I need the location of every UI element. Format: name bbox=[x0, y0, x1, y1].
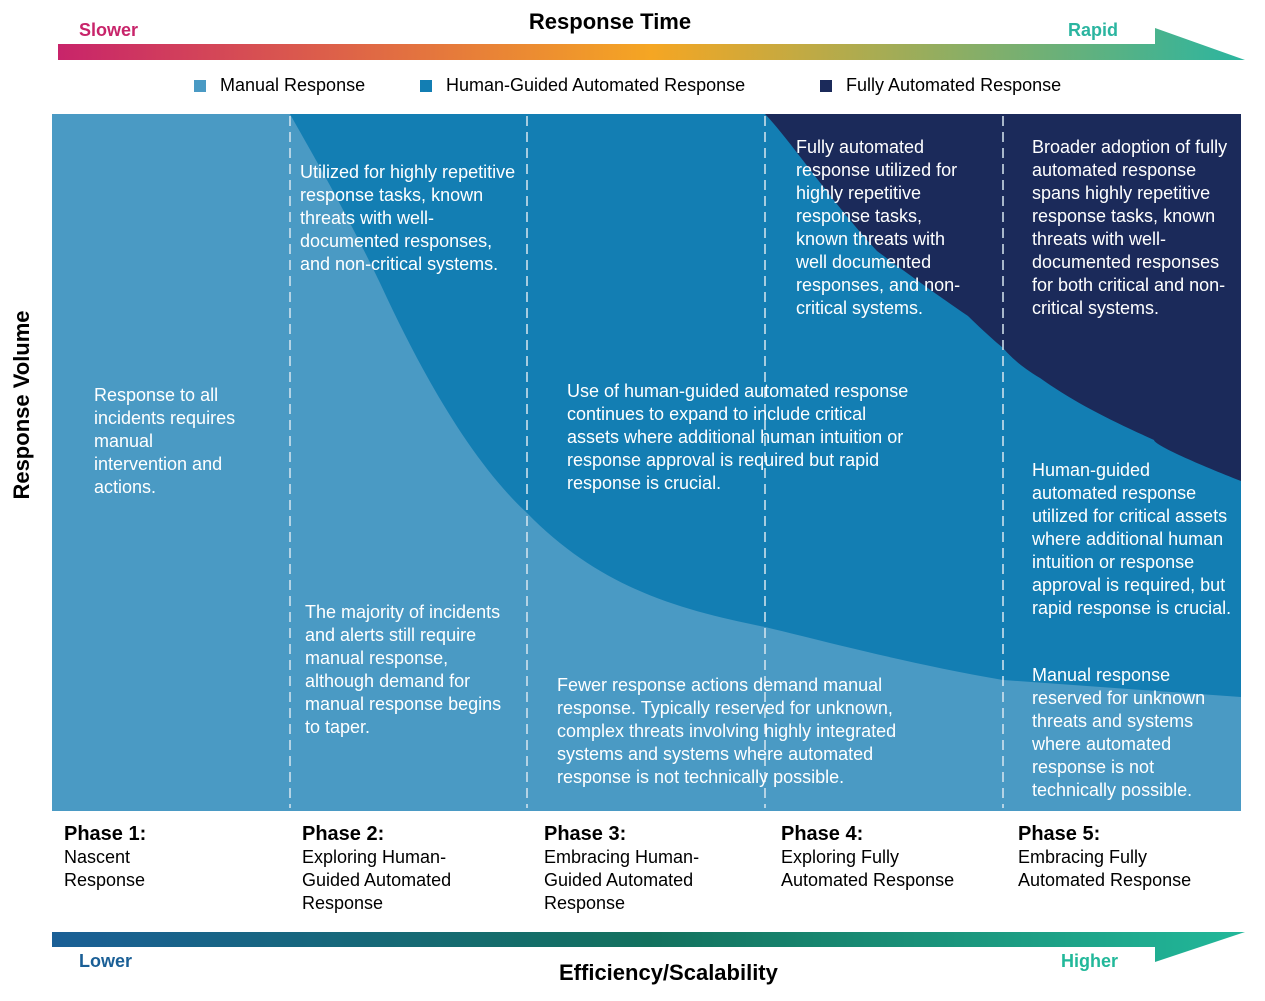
efficiency-title: Efficiency/Scalability bbox=[559, 960, 778, 985]
phase-name: Nascent Response bbox=[64, 847, 146, 890]
p2-guided-text: Utilized for highly repetitive response … bbox=[300, 162, 516, 274]
phase-title: Phase 2: bbox=[302, 823, 385, 845]
legend-label: Human-Guided Automated Response bbox=[446, 75, 746, 95]
phase-name: Embracing Fully Automated Response bbox=[1018, 847, 1192, 890]
p3-guided-text: Use of human-guided automated response c… bbox=[567, 381, 909, 493]
human-guided-swatch bbox=[420, 79, 432, 92]
phase-2: Phase 2: Exploring Human-Guided Automated… bbox=[302, 823, 502, 915]
phase-3: Phase 3: Embracing Human-Guided Automated… bbox=[544, 823, 744, 915]
phase-title: Phase 4: bbox=[781, 823, 864, 845]
higher-label: Higher bbox=[1061, 951, 1119, 971]
manual-swatch bbox=[194, 79, 206, 92]
diagram: Slower Response Time Rapid Manual Respon… bbox=[0, 0, 1265, 1001]
rapid-label: Rapid bbox=[1068, 20, 1119, 40]
legend-item-manual: Manual Response bbox=[194, 75, 365, 96]
response-volume-label: Response Volume bbox=[9, 310, 34, 500]
p5-manual-text: Manual response reserved for unknown thr… bbox=[1032, 665, 1206, 800]
p1-manual-text: Response to all incidents requires manua… bbox=[94, 385, 236, 497]
phase-title: Phase 1: bbox=[64, 823, 147, 845]
phase-name: Embracing Human-Guided Automated Respons… bbox=[544, 847, 700, 913]
lower-label: Lower bbox=[79, 951, 133, 971]
phase-name: Exploring Fully Automated Response bbox=[781, 847, 955, 890]
legend-item-human-guided: Human-Guided Automated Response bbox=[420, 75, 745, 96]
phase-title: Phase 5: bbox=[1018, 823, 1101, 845]
phase-title: Phase 3: bbox=[544, 823, 627, 845]
phase-name: Exploring Human-Guided Automated Respons… bbox=[302, 847, 452, 913]
phase-4: Phase 4: Exploring Fully Automated Respon… bbox=[781, 823, 981, 892]
p5-full-text: Broader adoption of fully automated resp… bbox=[1032, 137, 1228, 318]
phase-5: Phase 5: Embracing Fully Automated Respon… bbox=[1018, 823, 1218, 892]
response-time-title: Response Time bbox=[528, 9, 692, 34]
p2-manual-text: The majority of incidents and alerts sti… bbox=[305, 602, 502, 737]
legend-label: Manual Response bbox=[220, 75, 366, 95]
fully-automated-swatch bbox=[820, 79, 832, 92]
phase-1: Phase 1: Nascent Response bbox=[64, 823, 204, 892]
legend-item-fully-automated: Fully Automated Response bbox=[820, 75, 1061, 96]
p4-full-text: Fully automated response utilized for hi… bbox=[796, 137, 961, 318]
legend-label: Fully Automated Response bbox=[846, 75, 1062, 95]
p3-manual-text: Fewer response actions demand manual res… bbox=[557, 675, 897, 787]
p5-guided-text: Human-guided automated response utilized… bbox=[1032, 460, 1232, 618]
